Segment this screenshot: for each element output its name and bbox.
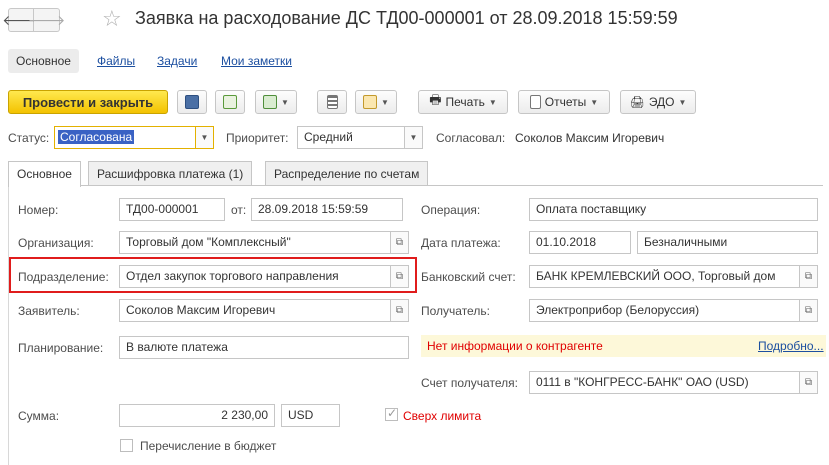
document-list-button[interactable] <box>317 90 347 114</box>
priority-label: Приоритет: <box>226 131 289 145</box>
arrow-right-icon: 🡒 <box>27 11 66 28</box>
number-label: Номер: <box>18 203 59 217</box>
create-based-on-icon <box>263 95 278 109</box>
post-button[interactable] <box>215 90 245 114</box>
chevron-down-icon: ▼ <box>590 97 599 107</box>
related-documents-button[interactable]: ▼ <box>355 90 397 114</box>
status-select[interactable]: Согласована <box>54 126 196 149</box>
section-tab-files[interactable]: Файлы <box>97 49 135 73</box>
tab-divider <box>8 185 823 186</box>
tab-account-distribution[interactable]: Распределение по счетам <box>265 161 429 186</box>
priority-select[interactable]: Средний <box>297 126 405 149</box>
approved-label: Согласовал: <box>436 131 506 145</box>
section-tab-tasks[interactable]: Задачи <box>157 49 197 73</box>
status-label: Статус: <box>8 131 50 145</box>
recipient-open-button[interactable]: ⧉ <box>800 299 818 322</box>
chevron-down-icon: ▼ <box>200 133 209 142</box>
reports-button[interactable]: Отчеты ▼ <box>518 90 610 114</box>
open-form-icon: ⧉ <box>395 271 404 282</box>
applicant-field[interactable]: Соколов Максим Игоревич <box>119 299 391 322</box>
related-documents-icon <box>363 95 378 109</box>
open-form-icon: ⧉ <box>804 377 813 388</box>
chevron-down-icon: ▼ <box>488 97 497 107</box>
report-icon <box>529 95 541 109</box>
chevron-down-icon: ▼ <box>381 97 389 107</box>
status-value: Согласована <box>58 130 135 144</box>
budget-transfer-checkbox[interactable] <box>120 439 133 452</box>
recipient-label: Получатель: <box>421 304 490 318</box>
floppy-disk-icon <box>185 95 199 109</box>
status-dropdown-button[interactable]: ▼ <box>196 126 214 149</box>
save-button[interactable] <box>177 90 207 114</box>
sum-field[interactable]: 2 230,00 <box>119 404 275 427</box>
recipient-account-open-button[interactable]: ⧉ <box>800 371 818 394</box>
date-from-label: от: <box>231 203 247 217</box>
chevron-down-icon: ▼ <box>281 97 289 107</box>
favorite-star-icon[interactable]: ☆ <box>102 6 122 32</box>
approved-value: Соколов Максим Игоревич <box>515 131 665 145</box>
recipient-account-label: Счет получателя: <box>421 376 518 390</box>
bank-account-label: Банковский счет: <box>421 270 516 284</box>
bank-account-open-button[interactable]: ⧉ <box>800 265 818 288</box>
post-document-icon <box>223 95 237 109</box>
chevron-down-icon: ▼ <box>409 133 418 142</box>
print-button[interactable]: 🖶 Печать ▼ <box>418 90 508 114</box>
organization-field[interactable]: Торговый дом "Комплексный" <box>119 231 391 254</box>
priority-dropdown-button[interactable]: ▼ <box>405 126 423 149</box>
open-form-icon: ⧉ <box>395 237 404 248</box>
open-form-icon: ⧉ <box>804 271 813 282</box>
number-field[interactable]: ТД00-000001 <box>119 198 225 221</box>
details-link[interactable]: Подробно... <box>758 339 824 353</box>
currency-field[interactable]: USD <box>281 404 340 427</box>
tab-panel-border <box>8 185 9 465</box>
list-icon <box>326 95 338 109</box>
operation-field[interactable]: Оплата поставщику <box>529 198 818 221</box>
payment-date-label: Дата платежа: <box>421 236 501 250</box>
edo-label: ЭДО <box>648 95 675 109</box>
date-field[interactable]: 28.09.2018 15:59:59 <box>251 198 403 221</box>
chevron-down-icon: ▼ <box>678 97 687 107</box>
department-open-button[interactable]: ⧉ <box>391 265 409 288</box>
sum-label: Сумма: <box>18 409 60 423</box>
printer-icon: 🖶 <box>429 92 442 107</box>
section-tab-notes[interactable]: Мои заметки <box>221 49 292 73</box>
applicant-label: Заявитель: <box>18 304 80 318</box>
planning-label: Планирование: <box>18 341 104 355</box>
section-tab-main[interactable]: Основное <box>8 49 79 73</box>
organization-open-button[interactable]: ⧉ <box>391 231 409 254</box>
operation-label: Операция: <box>421 203 481 217</box>
print-label: Печать <box>445 95 485 109</box>
forward-button[interactable]: 🡒 <box>28 8 65 32</box>
post-and-close-button[interactable]: Провести и закрыть <box>8 90 168 114</box>
counterparty-warning: Нет информации о контрагенте <box>427 339 603 353</box>
payment-date-field[interactable]: 01.10.2018 <box>529 231 631 254</box>
over-limit-label: Сверх лимита <box>403 409 482 423</box>
recipient-account-field[interactable]: 0111 в "КОНГРЕСС-БАНК" ОАО (USD) <box>529 371 800 394</box>
organization-label: Организация: <box>18 236 94 250</box>
edo-button[interactable]: 🖨 ЭДО ▼ <box>620 90 696 114</box>
tab-main[interactable]: Основное <box>8 161 81 187</box>
open-form-icon: ⧉ <box>804 305 813 316</box>
payment-form-field[interactable]: Безналичными <box>637 231 818 254</box>
recipient-field[interactable]: Электроприбор (Белоруссия) <box>529 299 800 322</box>
window-title: Заявка на расходование ДС ТД00-000001 от… <box>135 8 678 28</box>
department-field[interactable]: Отдел закупок торгового направления <box>119 265 391 288</box>
create-based-on-button[interactable]: ▼ <box>255 90 297 114</box>
reports-label: Отчеты <box>544 95 587 109</box>
edo-icon: 🖨 <box>629 95 645 109</box>
budget-transfer-label: Перечисление в бюджет <box>140 439 277 453</box>
planning-field[interactable]: В валюте платежа <box>119 336 409 359</box>
bank-account-field[interactable]: БАНК КРЕМЛЕВСКИЙ ООО, Торговый дом <box>529 265 800 288</box>
open-form-icon: ⧉ <box>395 305 404 316</box>
applicant-open-button[interactable]: ⧉ <box>391 299 409 322</box>
over-limit-checkbox[interactable] <box>385 406 398 421</box>
tab-payment-details[interactable]: Расшифровка платежа (1) <box>88 161 253 186</box>
department-label: Подразделение: <box>18 270 109 284</box>
